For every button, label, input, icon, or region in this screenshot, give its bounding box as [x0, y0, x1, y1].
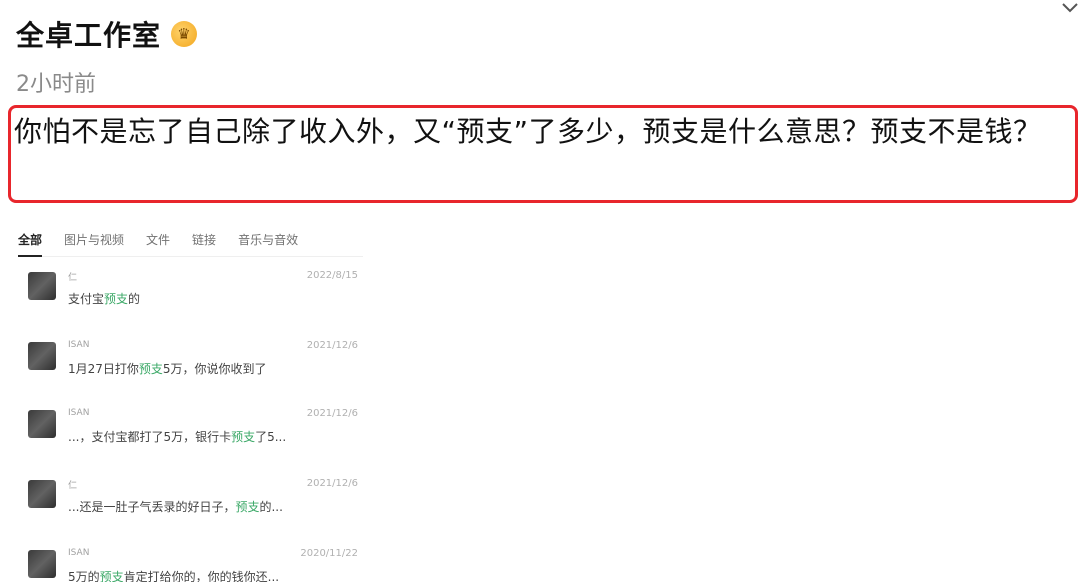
item-message: 1月27日打你预支5万，你说你收到了 — [68, 362, 267, 376]
embed-tab-files: 文件 — [146, 232, 171, 247]
embedded-chat-screenshot: 全部 图片与视频 文件 链接 音乐与音效 仁 2022/8/15 支付宝预支的 … — [18, 222, 363, 582]
chevron-down-icon[interactable] — [1060, 0, 1080, 18]
item-date: 2021/12/6 — [306, 478, 358, 489]
avatar — [28, 410, 56, 438]
item-message: ...，支付宝都打了5万，银行卡预支了5... — [68, 430, 287, 444]
embed-tab-media: 图片与视频 — [64, 232, 125, 247]
item-user: 仁 — [68, 481, 78, 491]
item-date: 2021/12/6 — [306, 408, 358, 419]
post-header: 全卓工作室 ♛ — [16, 12, 198, 56]
item-user: ISAN — [68, 408, 90, 418]
avatar — [28, 272, 56, 300]
item-user: 仁 — [68, 273, 78, 283]
post-time: 2小时前 — [16, 72, 96, 97]
item-message: 5万的预支肯定打给你的，你的钱你还... — [68, 570, 280, 582]
embed-tab-all: 全部 — [18, 232, 43, 257]
item-user: ISAN — [68, 340, 90, 350]
item-date: 2020/11/22 — [300, 548, 358, 559]
embed-tabs: 全部 图片与视频 文件 链接 音乐与音效 — [18, 222, 363, 257]
vip-crown-icon: ♛ — [171, 21, 198, 47]
item-date: 2022/8/15 — [306, 270, 358, 281]
item-user: ISAN — [68, 548, 90, 558]
avatar — [28, 480, 56, 508]
item-message: ...还是一肚子气丢录的好日子，预支的... — [68, 500, 283, 514]
embed-tab-links: 链接 — [192, 232, 217, 247]
list-item: ISAN 2021/12/6 ...，支付宝都打了5万，银行卡预支了5... — [28, 408, 358, 458]
post-text: 你怕不是忘了自己除了收入外，又“预支”了多少，预支是什么意思？预支不是钱？ — [14, 115, 1042, 148]
list-item: 仁 2022/8/15 支付宝预支的 — [28, 270, 358, 320]
list-item: 仁 2021/12/6 ...还是一肚子气丢录的好日子，预支的... — [28, 478, 358, 528]
avatar — [28, 550, 56, 578]
item-message: 支付宝预支的 — [68, 292, 141, 306]
embed-tab-music: 音乐与音效 — [238, 232, 299, 247]
list-item: ISAN 2021/12/6 1月27日打你预支5万，你说你收到了 — [28, 340, 358, 390]
item-date: 2021/12/6 — [306, 340, 358, 351]
list-item: ISAN 2020/11/22 5万的预支肯定打给你的，你的钱你还... — [28, 548, 358, 582]
avatar — [28, 342, 56, 370]
author-name[interactable]: 全卓工作室 — [16, 14, 161, 54]
